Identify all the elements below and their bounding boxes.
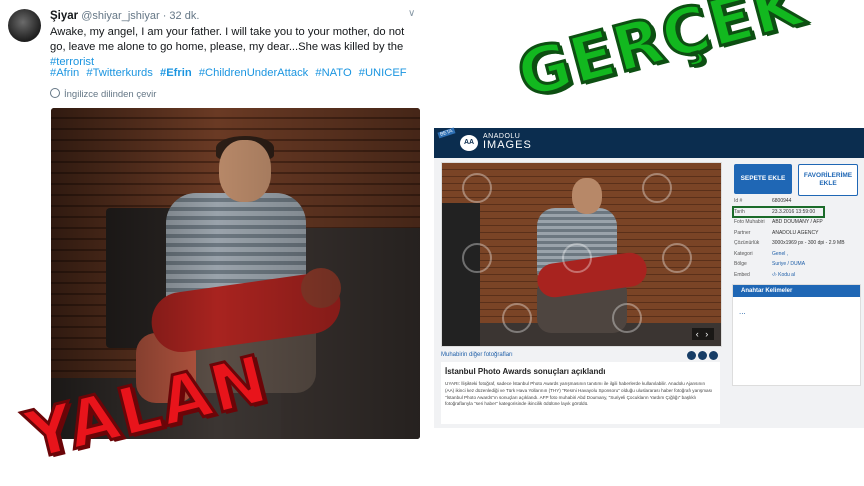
news-box: İstanbul Photo Awards sonuçları açıkland… xyxy=(441,362,720,424)
timestamp[interactable]: · 32 dk. xyxy=(163,10,200,22)
add-to-cart-button[interactable]: SEPETE EKLE xyxy=(734,164,792,194)
anadolu-images-page: BETA AA ANADOLU IMAGES ‹ › Muhabirin diğ… xyxy=(434,127,864,428)
meta-row: Kategori Genel , xyxy=(734,251,859,262)
meta-key: Bölge xyxy=(734,261,747,267)
meta-row: Bölge Suriye / DUMA xyxy=(734,261,859,272)
anadolu-logo[interactable]: AA xyxy=(460,135,478,151)
photographer-link[interactable]: Muhabirin diğer fotoğrafları xyxy=(441,352,513,358)
meta-row: Partner ANADOLU AGENCY xyxy=(734,230,859,241)
meta-value: 6800944 xyxy=(772,198,792,204)
meta-row: Çözünürlük 3000x1969 px - 300 dpi - 2.9 M… xyxy=(734,240,859,251)
site-header: BETA AA ANADOLU IMAGES xyxy=(434,127,864,158)
meta-row: Embed ‹/› Kodu al xyxy=(734,272,859,283)
chevron-down-icon[interactable]: ∨ xyxy=(408,8,415,19)
meta-value: 3000x1969 px - 300 dpi - 2.9 MB xyxy=(772,240,845,246)
meta-value: ABD DOUMANY / AFP xyxy=(772,219,823,225)
translate-label: İngilizce dilinden çevir xyxy=(64,89,157,100)
keywords-panel: Anahtar Kelimeler ... xyxy=(732,284,861,386)
meta-key: Çözünürlük xyxy=(734,240,760,246)
real-label: GERÇEK xyxy=(508,0,812,115)
facebook-icon[interactable] xyxy=(687,351,696,360)
hashtag-link[interactable]: #UNICEF xyxy=(359,67,407,79)
hashtag-link[interactable]: #NATO xyxy=(315,67,351,79)
email-icon[interactable] xyxy=(709,351,718,360)
brand-bottom: IMAGES xyxy=(483,139,532,151)
keywords-more[interactable]: ... xyxy=(739,307,746,316)
tweet-header: Şiyar @shiyar_jshiyar · 32 dk. xyxy=(50,10,199,22)
tweet-text: Awake, my angel, I am your father. I wil… xyxy=(50,25,410,70)
meta-key: Embed xyxy=(734,271,750,278)
meta-key: Id # xyxy=(734,198,743,204)
embed-code-link[interactable]: ‹/› Kodu al xyxy=(772,272,795,278)
date-highlight-box xyxy=(732,206,825,218)
add-to-favorites-button[interactable]: FAVORİLERİME EKLE xyxy=(798,164,858,196)
news-body: UYARI: İlişikteki fotoğraf, sadece İstan… xyxy=(445,381,713,407)
news-title[interactable]: İstanbul Photo Awards sonuçları açıkland… xyxy=(445,367,605,376)
brand-name[interactable]: ANADOLU IMAGES xyxy=(483,133,532,151)
preview-photo[interactable] xyxy=(441,162,722,347)
globe-icon xyxy=(50,88,60,98)
meta-value[interactable]: Suriye / DUMA xyxy=(772,261,805,267)
meta-row: Foto Muhabiri ABD DOUMANY / AFP xyxy=(734,219,859,230)
translate-link[interactable]: İngilizce dilinden çevir xyxy=(50,88,156,100)
hashtag-link[interactable]: #Twitterkurds xyxy=(86,67,153,79)
beta-badge: BETA xyxy=(437,127,456,139)
handle[interactable]: @shiyar_jshiyar xyxy=(81,10,159,22)
hashtag-list: #Afrin #Twitterkurds #Efrin #ChildrenUnd… xyxy=(50,67,411,79)
keywords-title: Anahtar Kelimeler xyxy=(733,285,860,297)
meta-key: Foto Muhabiri xyxy=(734,219,765,225)
display-name[interactable]: Şiyar xyxy=(50,10,78,22)
avatar[interactable] xyxy=(8,9,41,42)
meta-value[interactable]: Genel , xyxy=(772,251,788,257)
gallery-arrows[interactable]: ‹ › xyxy=(692,328,714,340)
twitter-icon[interactable] xyxy=(698,351,707,360)
hashtag-link[interactable]: #ChildrenUnderAttack xyxy=(199,67,308,79)
hashtag-link[interactable]: #Efrin xyxy=(160,67,192,79)
meta-value: ANADOLU AGENCY xyxy=(772,229,819,236)
hashtag-link[interactable]: #Afrin xyxy=(50,67,79,79)
tweet-body: Awake, my angel, I am your father. I wil… xyxy=(50,26,405,53)
meta-key: Kategori xyxy=(734,250,753,257)
meta-key: Partner xyxy=(734,229,751,236)
